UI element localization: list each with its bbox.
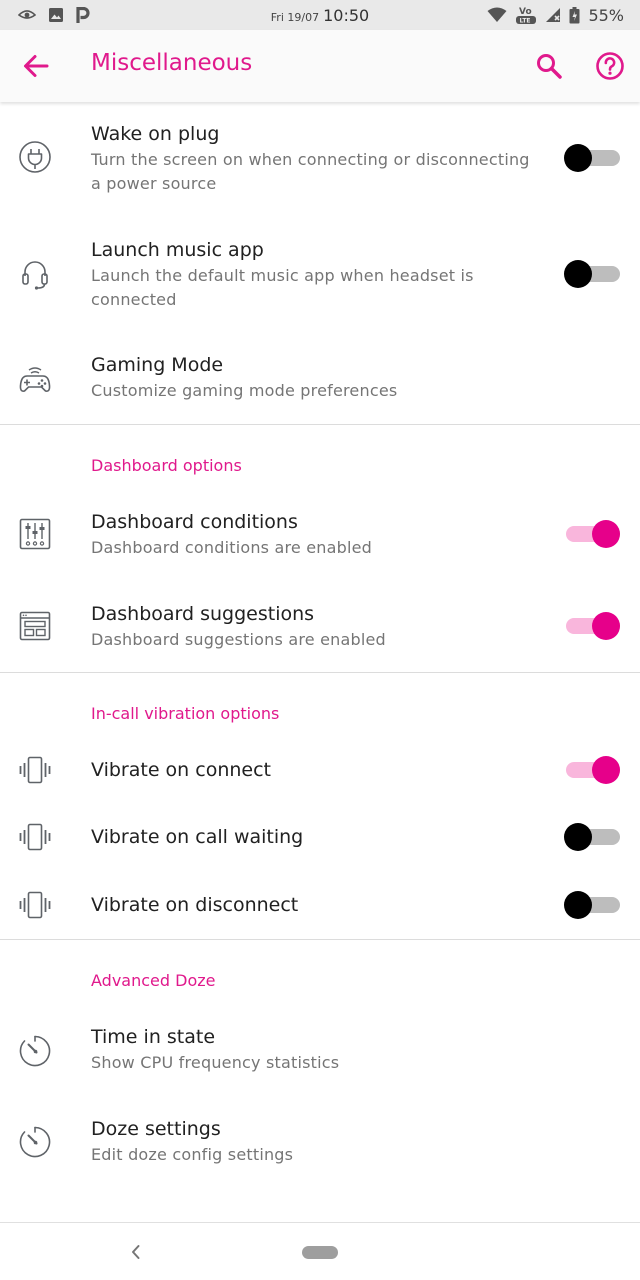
section-divider [0, 424, 640, 425]
section-header-dashboard: Dashboard options [91, 456, 242, 475]
doze-settings-row[interactable]: Doze settings Edit doze config settings [0, 1096, 640, 1188]
power-plug-icon [19, 141, 51, 173]
wake-on-plug-title: Wake on plug [91, 123, 220, 145]
time-in-state-row[interactable]: Time in state Show CPU frequency statist… [0, 1004, 640, 1096]
dashboard-suggestions-toggle[interactable] [564, 612, 620, 640]
vibrate-connect-toggle[interactable] [564, 756, 620, 784]
section-header-incall: In-call vibration options [91, 704, 280, 723]
timer-icon [19, 1126, 51, 1158]
dashboard-suggestions-title: Dashboard suggestions [91, 603, 315, 625]
dashboard-suggestions-row[interactable]: Dashboard suggestions Dashboard suggesti… [0, 581, 640, 673]
nav-home-pill[interactable] [302, 1246, 338, 1259]
page-title: Miscellaneous [91, 50, 253, 76]
status-bar: Fri 19/07 10:50 Vo LTE 55% [0, 0, 640, 30]
vibrate-waiting-toggle[interactable] [564, 823, 620, 851]
status-time: 10:50 [323, 6, 370, 25]
launch-music-subtitle: Launch the default music app when headse… [91, 266, 474, 309]
vibrate-connect-title: Vibrate on connect [91, 759, 271, 781]
dashboard-conditions-row[interactable]: Dashboard conditions Dashboard condition… [0, 489, 640, 581]
sliders-icon [19, 518, 51, 550]
system-nav-bar [0, 1222, 640, 1280]
status-right-icons: Vo LTE 55% [487, 5, 624, 25]
volte-icon: Vo LTE [516, 7, 537, 25]
headset-icon [22, 261, 48, 290]
section-header-doze: Advanced Doze [91, 971, 216, 990]
status-date: Fri 19/07 [270, 11, 320, 24]
doze-settings-subtitle: Edit doze config settings [91, 1145, 294, 1164]
gaming-mode-row[interactable]: Gaming Mode Customize gaming mode prefer… [0, 333, 640, 425]
time-in-state-subtitle: Show CPU frequency statistics [91, 1053, 340, 1072]
battery-percent: 55% [588, 5, 624, 25]
gaming-mode-subtitle: Customize gaming mode preferences [91, 381, 398, 400]
vibrate-disconnect-toggle[interactable] [564, 891, 620, 919]
app-bar: Miscellaneous [0, 30, 640, 102]
launch-music-row[interactable]: Launch music app Launch the default musi… [0, 218, 640, 333]
gaming-mode-title: Gaming Mode [91, 354, 224, 376]
help-icon[interactable] [595, 51, 625, 81]
search-icon[interactable] [535, 52, 563, 80]
wake-on-plug-subtitle: Turn the screen on when connecting or di… [91, 150, 530, 193]
dashboard-conditions-subtitle: Dashboard conditions are enabled [91, 538, 373, 557]
vibrate-waiting-title: Vibrate on call waiting [91, 826, 304, 848]
vibrate-icon [19, 756, 51, 784]
vibrate-waiting-row[interactable]: Vibrate on call waiting [0, 804, 640, 871]
launch-music-title: Launch music app [91, 239, 264, 261]
wifi-icon [487, 7, 507, 22]
dashboard-conditions-toggle[interactable] [564, 520, 620, 548]
wake-on-plug-row[interactable]: Wake on plug Turn the screen on when con… [0, 102, 640, 218]
time-in-state-title: Time in state [91, 1026, 216, 1048]
volte-label: Vo [519, 7, 532, 17]
back-arrow-icon[interactable] [22, 52, 50, 80]
dashboard-suggestions-subtitle: Dashboard suggestions are enabled [91, 630, 386, 649]
wake-on-plug-toggle[interactable] [564, 144, 620, 172]
vibrate-icon [19, 823, 51, 851]
nav-back-icon[interactable] [128, 1242, 144, 1262]
doze-settings-title: Doze settings [91, 1118, 221, 1140]
section-divider [0, 672, 640, 673]
section-divider [0, 939, 640, 940]
lte-label: LTE [520, 18, 531, 25]
vibrate-connect-row[interactable]: Vibrate on connect [0, 736, 640, 804]
signal-icon [546, 8, 561, 22]
launch-music-toggle[interactable] [564, 260, 620, 288]
vibrate-disconnect-row[interactable]: Vibrate on disconnect [0, 871, 640, 939]
timer-icon [19, 1035, 51, 1067]
vibrate-icon [19, 891, 51, 919]
battery-icon [569, 6, 580, 23]
dashboard-conditions-title: Dashboard conditions [91, 511, 298, 533]
dashboard-layout-icon [19, 611, 51, 641]
vibrate-disconnect-title: Vibrate on disconnect [91, 894, 299, 916]
gamepad-icon [19, 367, 51, 392]
